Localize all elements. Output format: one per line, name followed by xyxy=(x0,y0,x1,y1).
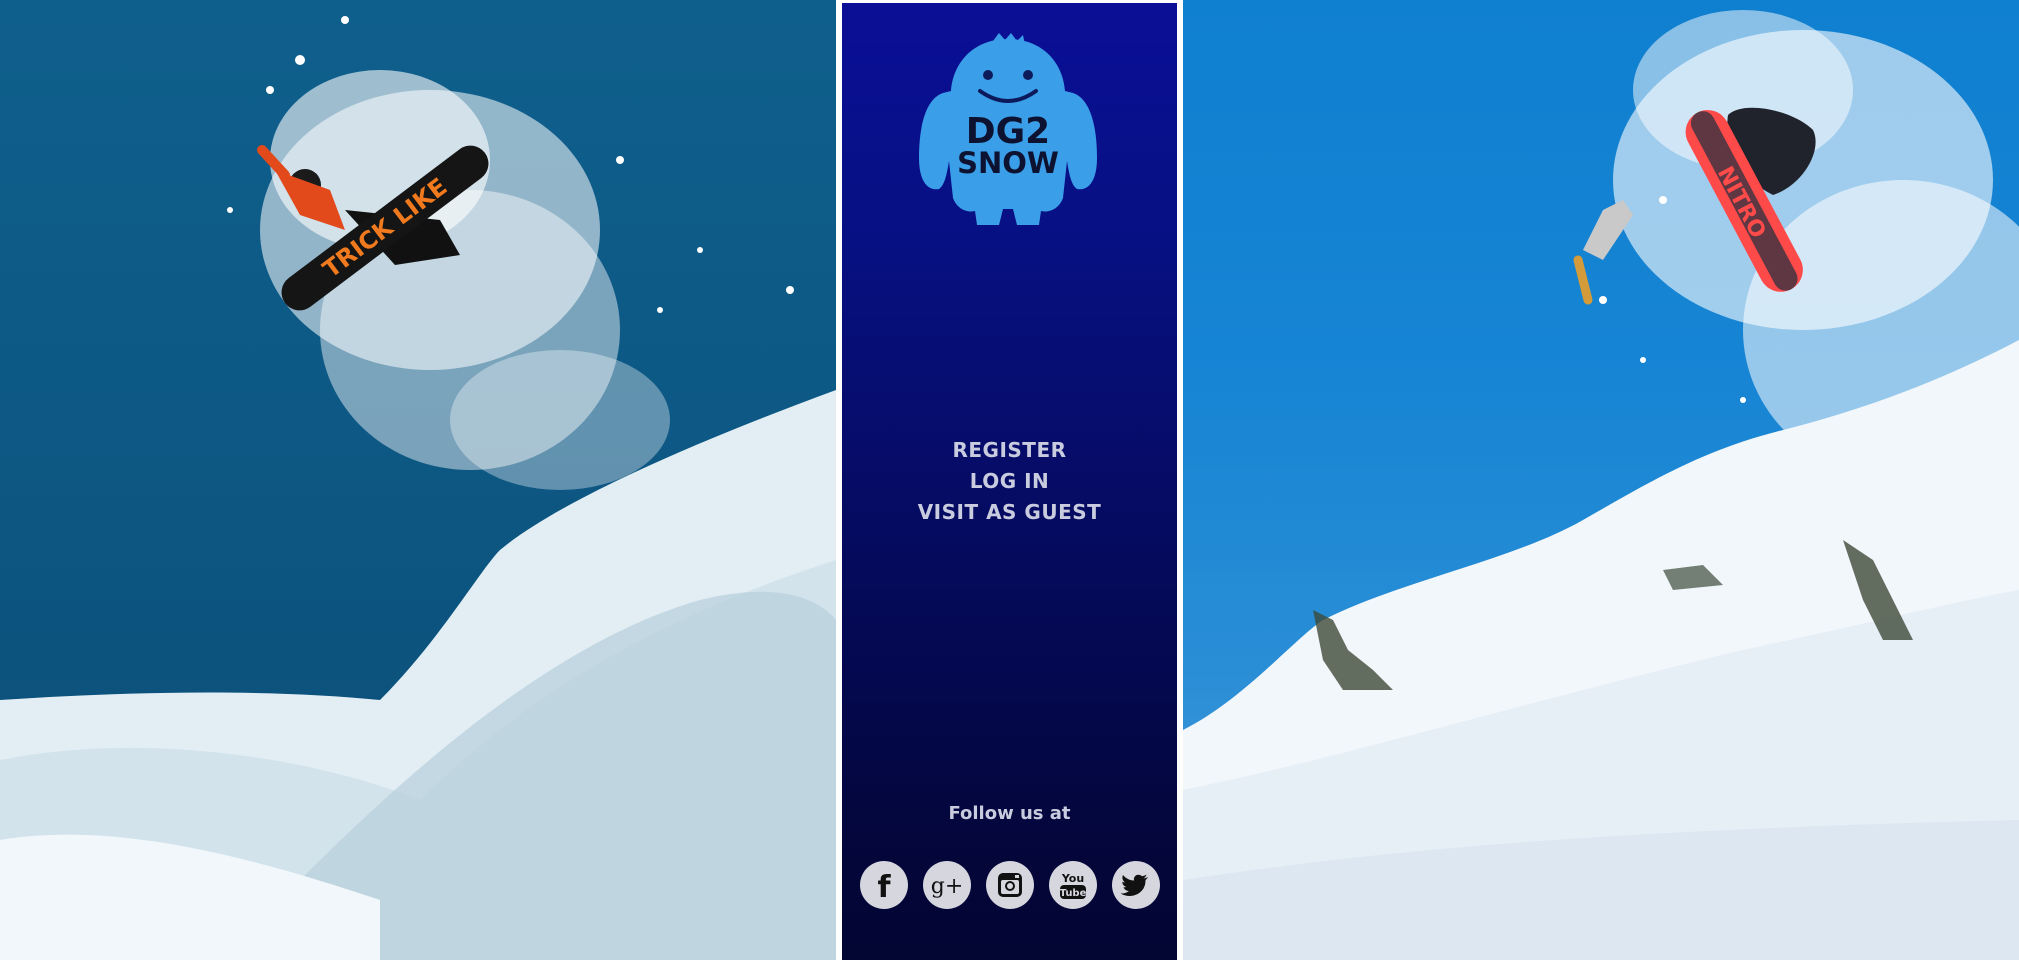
left-photo-snowboarder: TRICK LIKE xyxy=(0,0,836,960)
twitter-icon xyxy=(1120,874,1148,896)
svg-text:You: You xyxy=(1061,872,1084,885)
svg-text:g+: g+ xyxy=(931,874,964,899)
instagram-button[interactable] xyxy=(986,861,1034,909)
right-photo-scene: NITRO xyxy=(1183,10,2019,960)
facebook-button[interactable]: f xyxy=(860,861,908,909)
youtube-button[interactable]: You Tube xyxy=(1049,861,1097,909)
instagram-icon xyxy=(998,873,1022,897)
guest-link[interactable]: VISIT AS GUEST xyxy=(918,497,1102,528)
youtube-icon: You Tube xyxy=(1060,872,1087,899)
follow-heading: Follow us at xyxy=(948,803,1071,824)
left-photo-scene: TRICK LIKE xyxy=(0,16,836,960)
register-link[interactable]: REGISTER xyxy=(952,435,1066,466)
svg-text:f: f xyxy=(877,870,891,902)
login-link[interactable]: LOG IN xyxy=(970,466,1050,497)
facebook-icon: f xyxy=(877,870,891,902)
right-photo-snowboarder: NITRO xyxy=(1183,0,2019,960)
google-plus-button[interactable]: g+ xyxy=(923,861,971,909)
yeti-logo[interactable]: DG2 SNOW xyxy=(913,33,1103,225)
twitter-button[interactable] xyxy=(1112,861,1160,909)
logo-text-snow: SNOW xyxy=(957,146,1059,180)
social-links: f g+ You Tube xyxy=(860,861,1160,911)
auth-nav: REGISTER LOG IN VISIT AS GUEST xyxy=(842,435,1177,528)
svg-text:Tube: Tube xyxy=(1060,888,1087,899)
google-plus-icon: g+ xyxy=(931,874,964,899)
center-panel: DG2 SNOW REGISTER LOG IN VISIT AS GUEST … xyxy=(842,3,1177,960)
